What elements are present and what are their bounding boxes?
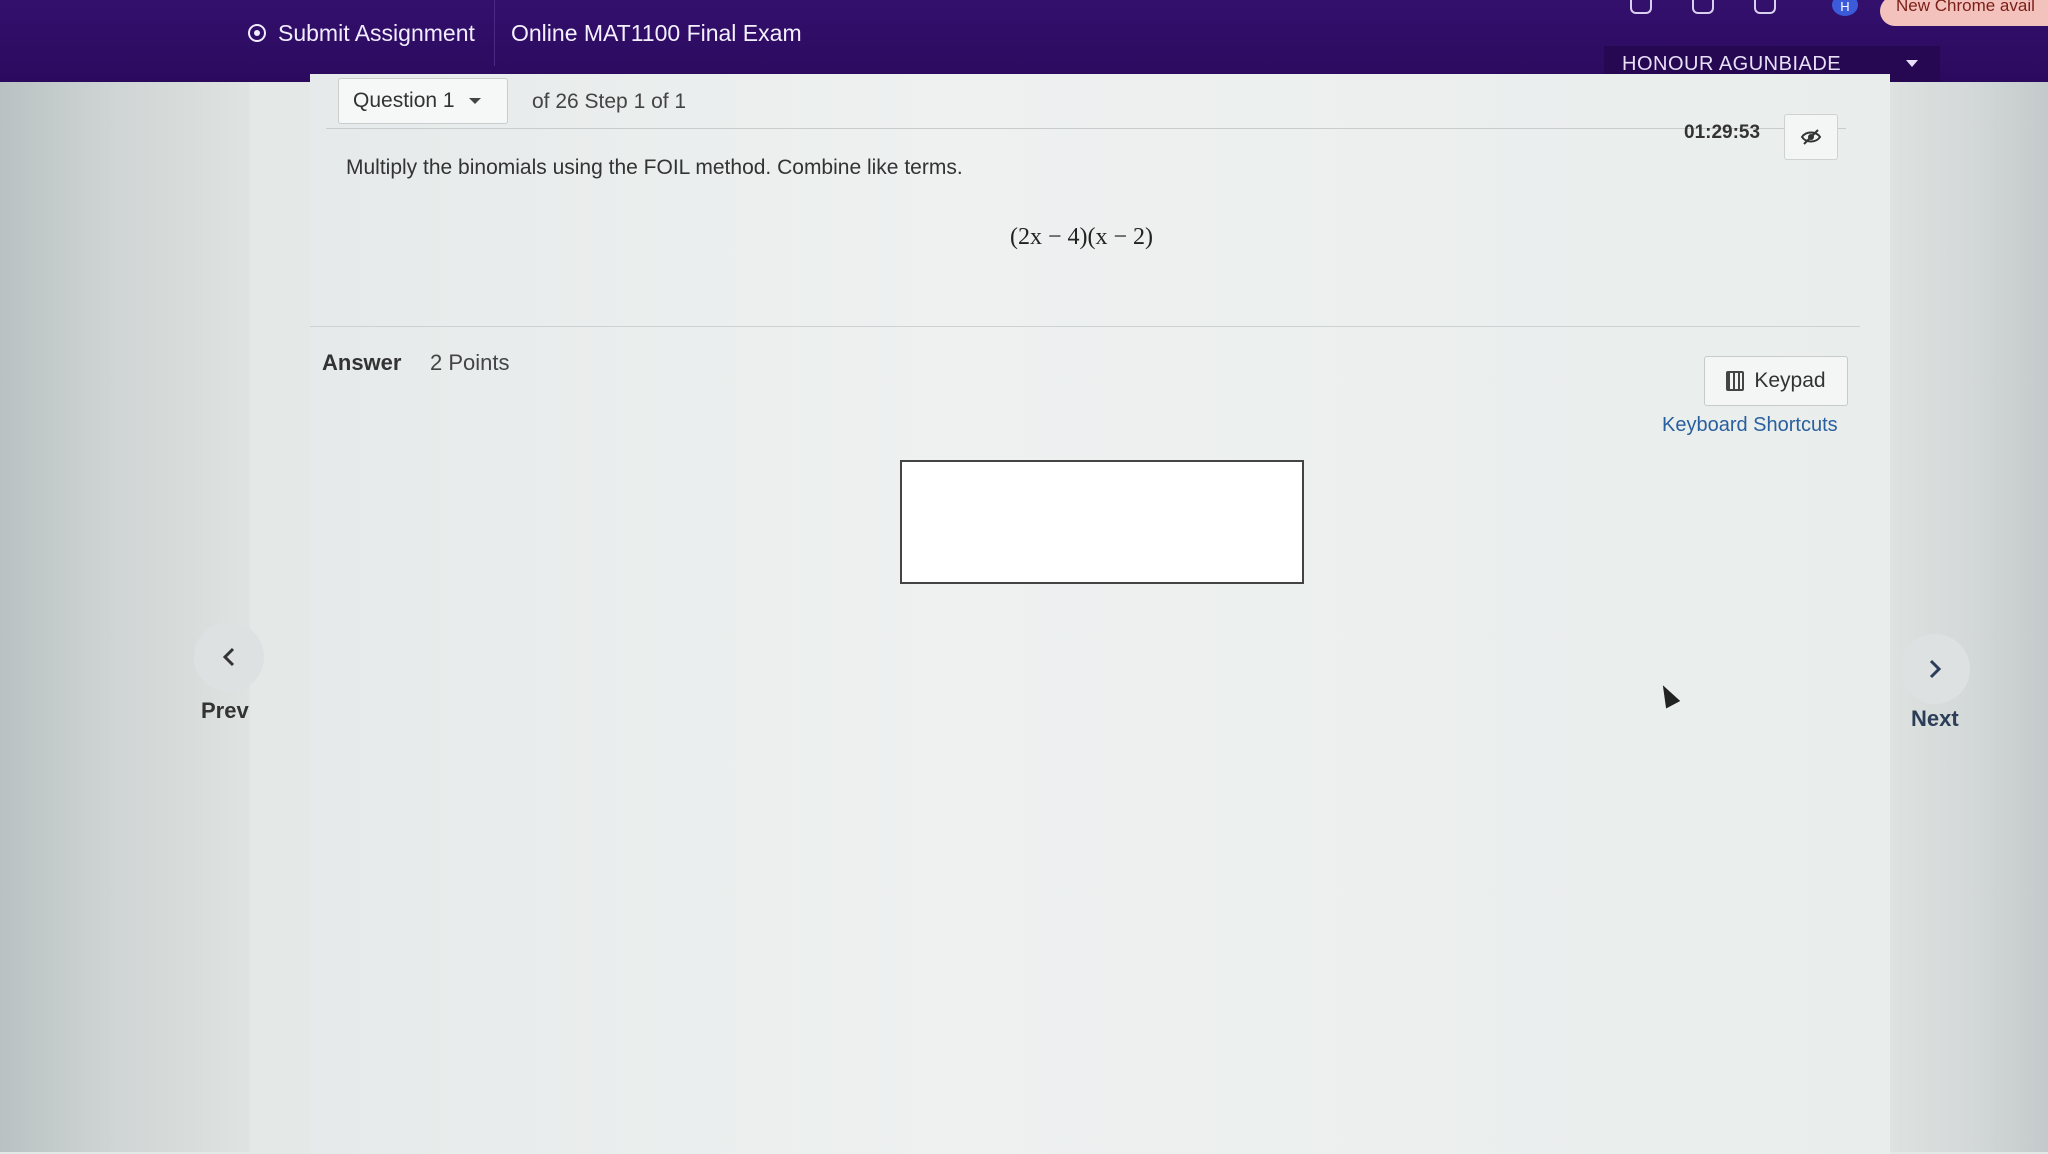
keyboard-shortcuts-link[interactable]: Keyboard Shortcuts [1662,414,1838,437]
profile-avatar[interactable]: H [1832,0,1858,16]
chevron-left-icon [222,647,235,667]
question-bar: Question 1 of 26 Step 1 of 1 [326,74,1846,129]
hide-timer-button[interactable] [1784,114,1838,160]
header-divider [494,0,495,66]
calculator-icon [1726,371,1745,391]
chrome-update-button[interactable]: New Chrome avail [1880,0,2048,26]
share-icon[interactable] [1692,0,1714,14]
question-select[interactable]: Question 1 [338,78,508,124]
next-button[interactable] [1900,634,1970,704]
user-name: HONOUR AGUNBIADE [1622,52,1842,75]
question-progress: of 26 Step 1 of 1 [532,90,687,113]
submit-icon [248,24,266,42]
chevron-down-icon [468,98,481,104]
chevron-down-icon [1906,60,1918,67]
left-margin [0,0,250,1152]
timer: 01:29:53 [1684,122,1761,143]
prev-label[interactable]: Prev [201,698,249,724]
points-label: 2 Points [430,350,510,375]
extension-icon[interactable] [1630,0,1652,14]
submit-assignment-label: Submit Assignment [278,19,475,46]
chevron-right-icon [1929,659,1942,679]
eye-slash-icon [1800,129,1822,145]
submit-assignment-button[interactable]: Submit Assignment [248,16,475,50]
top-bar: Submit Assignment Online MAT1100 Final E… [0,0,2048,82]
answer-input[interactable] [900,460,1304,584]
question-text: Multiply the binomials using the FOIL me… [346,156,963,179]
math-expression: (2x − 4)(x − 2) [1010,224,1154,250]
exam-title: Online MAT1100 Final Exam [511,20,802,46]
section-divider [310,326,1860,327]
browser-toolbar: H New Chrome avail [1630,0,2048,26]
question-panel: Question 1 of 26 Step 1 of 1 01:29:53 Mu… [310,74,1890,1154]
window-icon[interactable] [1754,0,1776,14]
question-select-label: Question 1 [353,89,455,112]
prev-button[interactable] [194,622,264,692]
keypad-button[interactable]: Keypad [1704,356,1848,406]
keypad-label: Keypad [1754,369,1826,392]
next-label[interactable]: Next [1911,706,1959,732]
answer-label: Answer [322,350,402,375]
